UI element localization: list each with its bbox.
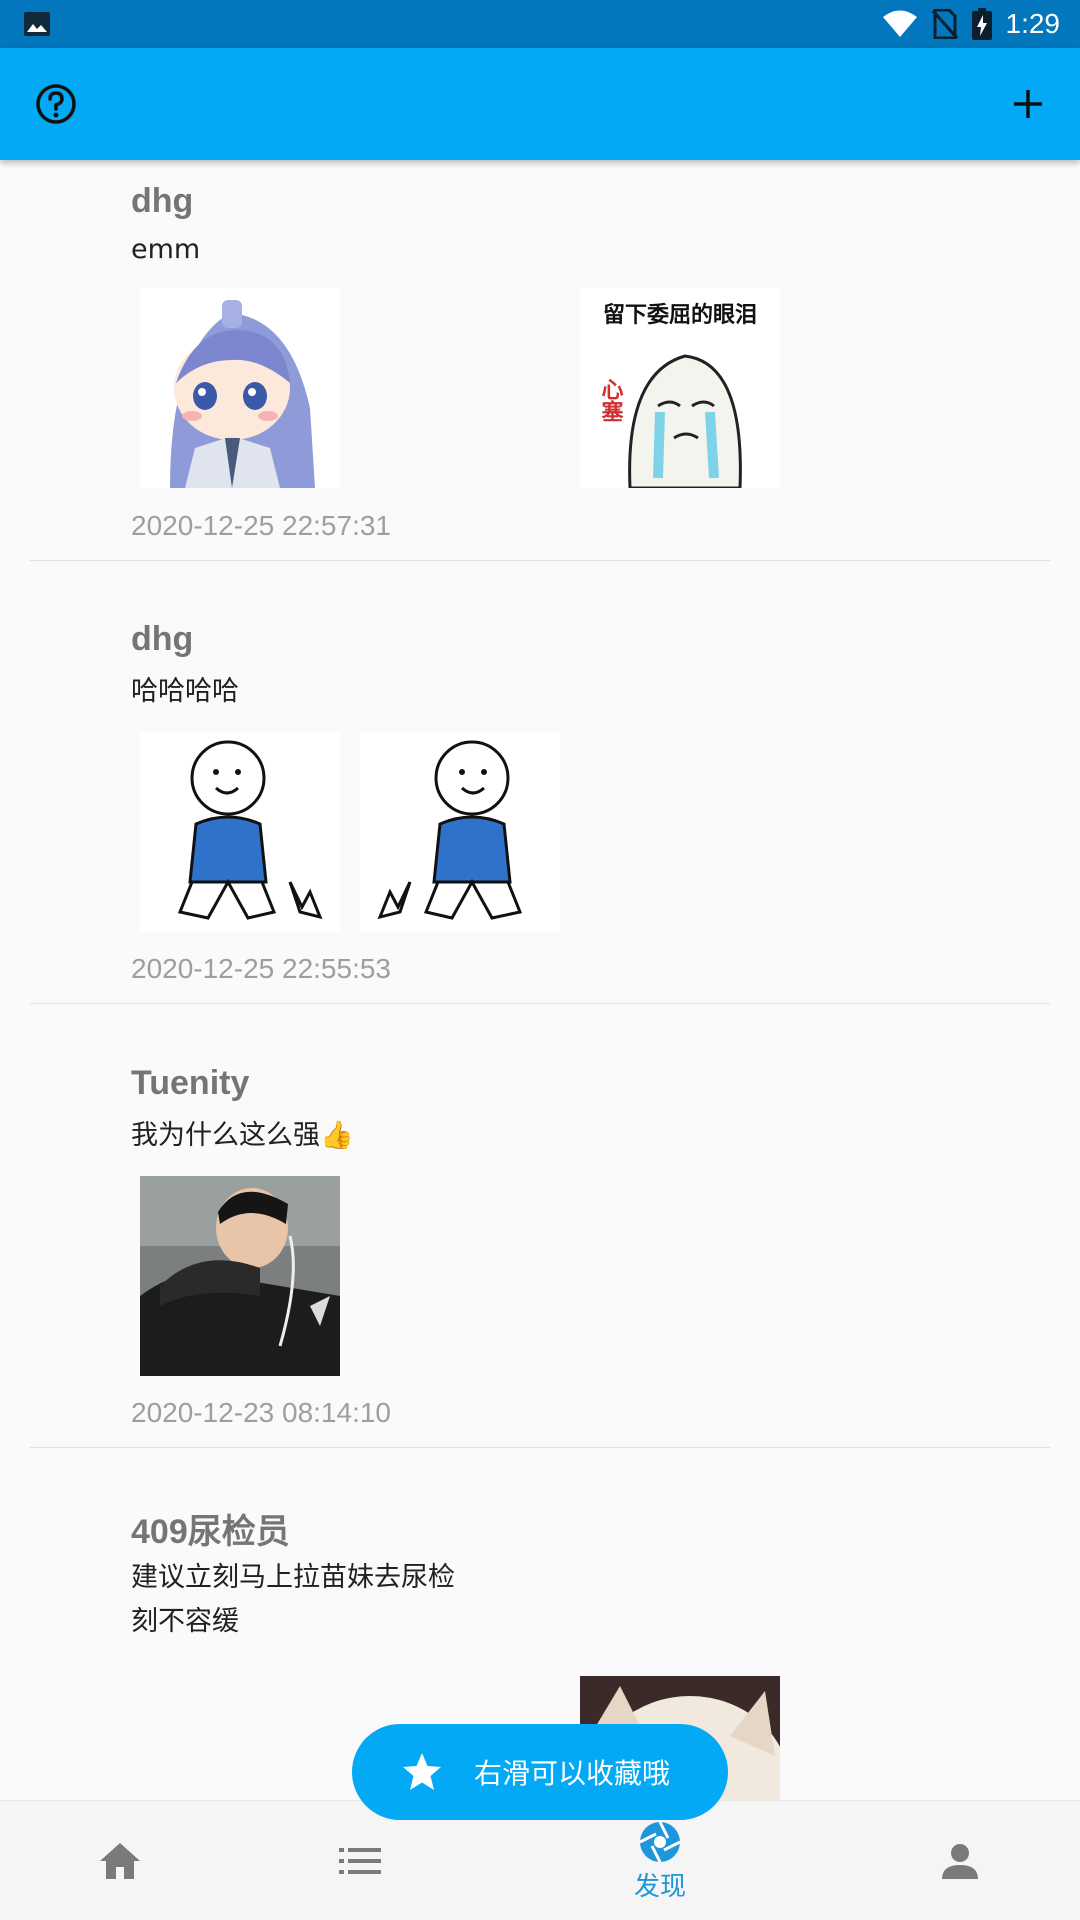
image-notification-icon — [24, 12, 50, 36]
post-content: 建议立刻马上拉苗妹去尿检 刻不容缓 — [131, 1562, 455, 1637]
sticker-side-text: 心塞 — [598, 378, 624, 422]
post-timestamp: 2020-12-25 22:55:53 — [131, 953, 391, 984]
post-author[interactable]: dhg — [131, 182, 193, 221]
app-bar — [0, 48, 1080, 160]
feed-list[interactable]: dhg emm 留下委屈的眼泪 心塞 2020-12-25 22:57:31 d… — [0, 160, 1080, 1800]
post-image[interactable] — [360, 732, 560, 932]
feed-item[interactable]: dhg emm 留下委屈的眼泪 心塞 2020-12-25 22:57:31 — [0, 160, 1080, 561]
status-bar: 1:29 — [0, 0, 1080, 48]
post-image[interactable] — [140, 1176, 340, 1376]
post-author[interactable]: Tuenity — [131, 1064, 249, 1103]
swipe-hint-toast: 右滑可以收藏哦 — [352, 1724, 728, 1820]
post-content: 哈哈哈哈 — [131, 676, 239, 707]
kneeling-guy-sticker-mirrored-icon — [360, 732, 560, 932]
nav-profile[interactable] — [860, 1801, 1060, 1920]
list-icon — [339, 1848, 381, 1874]
plus-icon[interactable] — [1006, 82, 1050, 126]
no-sim-icon — [931, 9, 958, 39]
post-content: 我为什么这么强👍 — [131, 1120, 354, 1151]
battery-charging-icon — [971, 8, 992, 40]
post-timestamp: 2020-12-25 22:57:31 — [131, 510, 391, 541]
feed-item[interactable]: dhg 哈哈哈哈 2020-12-25 22:55:53 — [0, 560, 1080, 1004]
person-photo-icon — [140, 1176, 340, 1376]
clock: 1:29 — [1005, 8, 1061, 39]
post-image[interactable] — [140, 288, 340, 488]
anime-boy-sticker-icon — [140, 288, 340, 488]
sticker-caption: 留下委屈的眼泪 — [603, 302, 757, 328]
star-icon — [403, 1753, 441, 1790]
nav-discover-label: 发现 — [633, 1871, 686, 1902]
post-image[interactable]: 留下委屈的眼泪 心塞 — [580, 288, 780, 488]
system-icons: 1:29 — [882, 0, 1061, 48]
nav-home[interactable] — [20, 1801, 220, 1920]
post-content: emm — [131, 234, 201, 265]
post-image[interactable] — [140, 732, 340, 932]
kneeling-guy-sticker-icon — [140, 732, 340, 932]
person-icon — [942, 1844, 978, 1879]
wifi-icon — [882, 10, 917, 37]
post-author[interactable]: 409尿检员 — [131, 1504, 290, 1553]
feed-item[interactable]: Tuenity 我为什么这么强👍 2020-12-23 08:14:10 — [0, 1004, 1080, 1448]
crying-meme-sticker-icon: 留下委屈的眼泪 心塞 — [580, 288, 780, 488]
post-timestamp: 2020-12-23 08:14:10 — [131, 1397, 391, 1428]
home-icon — [100, 1843, 140, 1879]
help-circle-icon[interactable] — [34, 82, 78, 126]
aperture-icon — [639, 1820, 681, 1863]
post-author[interactable]: dhg — [131, 620, 193, 659]
toast-message: 右滑可以收藏哦 — [474, 1757, 671, 1790]
